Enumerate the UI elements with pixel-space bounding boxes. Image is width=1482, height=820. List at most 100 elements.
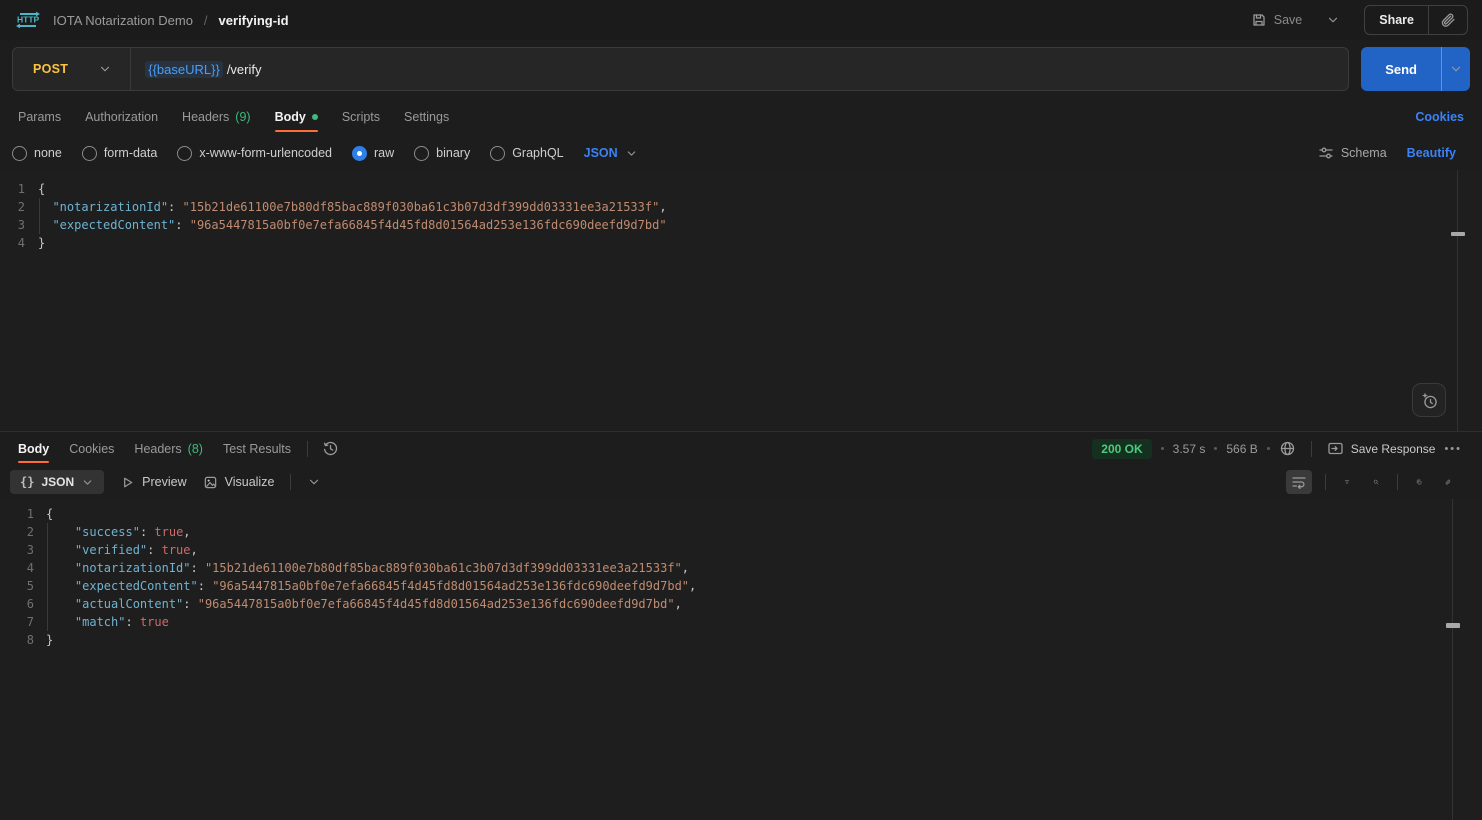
schema-button[interactable]: Schema <box>1318 145 1387 161</box>
radio-icon <box>12 146 27 161</box>
body-type-graphql[interactable]: GraphQL <box>490 146 563 161</box>
wrap-text-icon <box>1291 474 1307 490</box>
response-body-code[interactable]: 1{2 "success": true,3 "verified": true,4… <box>0 505 1482 649</box>
tab-body[interactable]: Body <box>263 98 330 136</box>
response-tab-body[interactable]: Body <box>8 432 59 465</box>
tab-headers[interactable]: Headers (9) <box>170 98 263 136</box>
copy-link-button[interactable] <box>1429 6 1467 34</box>
save-response-button[interactable]: Save Response <box>1327 441 1436 456</box>
format-options-caret[interactable] <box>307 475 321 489</box>
scroll-position-handle[interactable] <box>1451 232 1465 236</box>
raw-language-selector[interactable]: JSON <box>584 146 638 160</box>
line-number: 5 <box>0 577 46 595</box>
url-variable-chip[interactable]: {{baseURL}} <box>145 61 223 78</box>
app-window: HTTP IOTA Notarization Demo / verifying-… <box>0 0 1482 820</box>
body-type-binary[interactable]: binary <box>414 146 470 161</box>
send-options-caret[interactable] <box>1441 47 1470 91</box>
editor-scroll-ruler <box>1452 499 1453 820</box>
share-button-group: Share <box>1364 5 1468 35</box>
radio-label: raw <box>374 146 394 160</box>
method-label: POST <box>33 62 68 76</box>
history-clock-icon <box>322 440 339 457</box>
body-type-raw[interactable]: raw <box>352 146 394 161</box>
chevron-down-icon <box>98 62 112 76</box>
breadcrumb-workspace[interactable]: IOTA Notarization Demo <box>53 13 193 28</box>
response-size[interactable]: 566 B <box>1226 442 1257 456</box>
indent-guide <box>47 523 48 631</box>
body-type-none[interactable]: none <box>12 146 62 161</box>
radio-label: binary <box>436 146 470 160</box>
send-button[interactable]: Send <box>1361 47 1441 91</box>
filter-icon[interactable] <box>1339 474 1355 490</box>
line-number: 6 <box>0 595 46 613</box>
response-format-selector[interactable]: {} JSON <box>10 470 104 494</box>
response-toolbar: {} JSON Preview Visualize <box>0 465 1482 499</box>
more-options-button[interactable]: ••• <box>1444 443 1462 455</box>
save-response-label: Save Response <box>1351 442 1436 456</box>
response-tab-headers[interactable]: Headers (8) <box>124 432 213 465</box>
tab-label: Test Results <box>223 442 291 456</box>
tab-label: Params <box>18 110 61 124</box>
code-line: 4 "notarizationId": "15b21de61100e7b80df… <box>0 559 1482 577</box>
network-globe-icon[interactable] <box>1279 440 1296 457</box>
wrap-text-button[interactable] <box>1286 470 1312 494</box>
url-bar: POST {{baseURL}} /verify <box>12 47 1349 91</box>
response-tools-right <box>1286 470 1472 494</box>
chevron-down-icon <box>625 147 638 160</box>
breadcrumb-request-name[interactable]: verifying-id <box>219 13 289 28</box>
response-history-button[interactable] <box>314 440 347 457</box>
code-line-content: "verified": true, <box>46 541 198 559</box>
schema-label: Schema <box>1341 146 1387 160</box>
code-line-content: "expectedContent": "96a5447815a0bf0e7efa… <box>38 216 667 234</box>
tab-label: Body <box>18 442 49 456</box>
dot-separator <box>1267 447 1270 450</box>
request-body-editor[interactable]: 1{2 "notarizationId": "15b21de61100e7b80… <box>0 170 1482 431</box>
search-icon[interactable] <box>1368 474 1384 490</box>
code-line-content: "notarizationId": "15b21de61100e7b80df85… <box>38 198 667 216</box>
request-body-code[interactable]: 1{2 "notarizationId": "15b21de61100e7b80… <box>0 180 1482 252</box>
url-input[interactable]: {{baseURL}} /verify <box>131 61 261 78</box>
save-button[interactable]: Save <box>1245 7 1309 33</box>
response-tab-test-results[interactable]: Test Results <box>213 432 301 465</box>
response-time[interactable]: 3.57 s <box>1173 442 1206 456</box>
paperclip-icon[interactable] <box>1440 474 1456 490</box>
tab-label: Authorization <box>85 110 158 124</box>
method-selector[interactable]: POST <box>13 48 130 90</box>
tab-params[interactable]: Params <box>6 98 73 136</box>
request-tabs: Params Authorization Headers (9) Body Sc… <box>0 98 1482 136</box>
copy-icon[interactable] <box>1411 474 1427 490</box>
toolbar-divider <box>1397 474 1398 490</box>
save-button-label: Save <box>1274 13 1303 27</box>
response-tab-cookies[interactable]: Cookies <box>59 432 124 465</box>
code-line-content: "expectedContent": "96a5447815a0bf0e7efa… <box>46 577 696 595</box>
body-type-urlencoded[interactable]: x-www-form-urlencoded <box>177 146 332 161</box>
cookies-link[interactable]: Cookies <box>1415 110 1476 124</box>
code-line: 7 "match": true <box>0 613 1482 631</box>
indent-guide <box>39 198 40 234</box>
code-line: 4} <box>0 234 1482 252</box>
modified-dot <box>312 114 318 120</box>
header-divider <box>307 441 308 457</box>
line-number: 3 <box>0 216 38 234</box>
beautify-button[interactable]: Beautify <box>1407 146 1456 160</box>
visualize-button[interactable]: Visualize <box>203 475 275 490</box>
code-line: 3 "verified": true, <box>0 541 1482 559</box>
response-body-editor[interactable]: 1{2 "success": true,3 "verified": true,4… <box>0 499 1482 820</box>
tab-authorization[interactable]: Authorization <box>73 98 170 136</box>
postbot-button[interactable] <box>1412 383 1446 417</box>
tab-settings[interactable]: Settings <box>392 98 461 136</box>
editor-scroll-ruler <box>1457 170 1458 431</box>
body-type-form-data[interactable]: form-data <box>82 146 158 161</box>
response-meta: 200 OK 3.57 s 566 B Save Response ••• <box>1092 439 1474 459</box>
scroll-position-handle[interactable] <box>1446 623 1460 628</box>
tab-scripts[interactable]: Scripts <box>330 98 392 136</box>
preview-button[interactable]: Preview <box>120 475 186 490</box>
language-label: JSON <box>584 146 618 160</box>
active-tab-underline <box>275 130 318 132</box>
share-button[interactable]: Share <box>1365 6 1428 34</box>
status-badge[interactable]: 200 OK <box>1092 439 1151 459</box>
url-path: /verify <box>227 62 262 77</box>
tab-count-badge: (8) <box>188 442 203 456</box>
save-options-caret[interactable] <box>1318 8 1348 32</box>
play-preview-icon <box>120 475 135 490</box>
